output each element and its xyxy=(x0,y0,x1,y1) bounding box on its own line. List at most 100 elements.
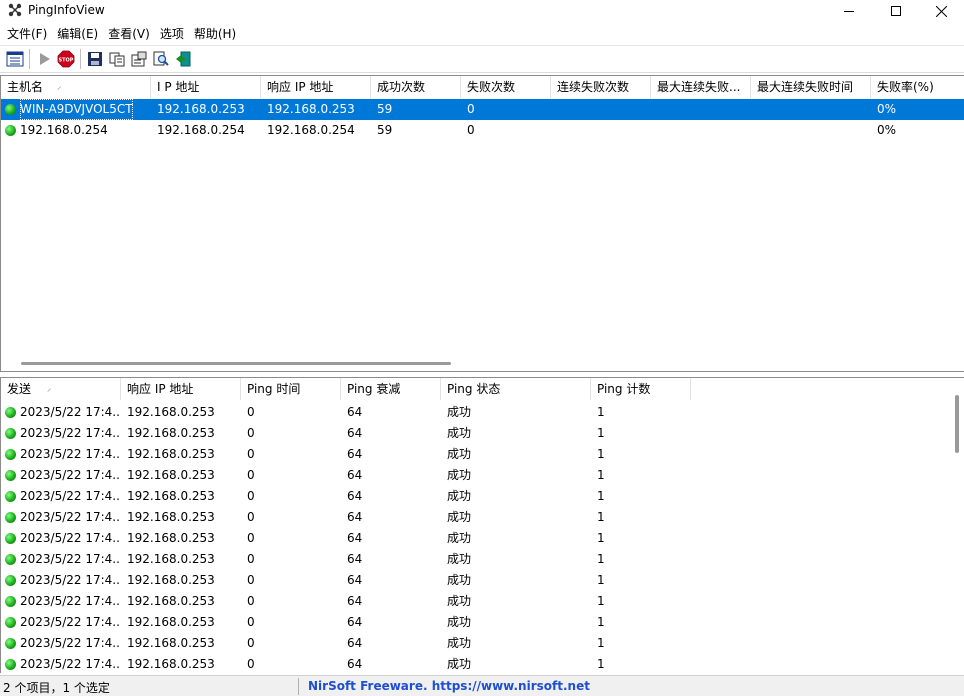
start-ping-button[interactable] xyxy=(33,48,55,70)
play-icon xyxy=(40,53,50,65)
reply-ip-cell: 192.168.0.253 xyxy=(127,657,215,671)
column-header-failed-percent[interactable]: 失败率(%) xyxy=(871,76,964,98)
ping-results-header: 发送 ⸝ 响应 IP 地址 Ping 时间 Ping 衰减 Ping 状态 Pin… xyxy=(1,378,691,400)
ping-row[interactable]: 2023/5/22 17:4... 192.168.0.253 0 64 成功 1 xyxy=(1,444,964,465)
status-ok-icon xyxy=(5,596,16,607)
hosts-list-header: 主机名 ⸝ I P 地址 响应 IP 地址 成功次数 失败次数 连续失败次数 最大… xyxy=(1,76,964,98)
column-header-failed[interactable]: 失败次数 xyxy=(461,76,551,98)
ping-ttl-cell: 64 xyxy=(347,636,363,650)
stop-ping-button[interactable]: STOP xyxy=(55,48,77,70)
status-selection-count: 2 个项目，1 个选定 xyxy=(3,681,110,695)
horizontal-scrollbar[interactable] xyxy=(21,362,451,365)
column-header-consecutive-failed[interactable]: 连续失败次数 xyxy=(551,76,651,98)
svg-text:STOP: STOP xyxy=(59,58,74,64)
ip-cell: 192.168.0.253 xyxy=(157,102,245,116)
consecutive-failed-cell xyxy=(551,99,651,120)
host-row[interactable]: WIN-A9DVJVOL5CT 192.168.0.253 192.168.0.… xyxy=(1,99,964,120)
ping-row[interactable]: 2023/5/22 17:4... 192.168.0.253 0 64 成功 1 xyxy=(1,612,964,633)
ping-status-cell: 成功 xyxy=(447,657,472,671)
nirsoft-link[interactable]: NirSoft Freeware. https://www.nirsoft.ne… xyxy=(308,679,590,693)
ping-row[interactable]: 2023/5/22 17:4... 192.168.0.253 0 64 成功 1 xyxy=(1,549,964,570)
ping-count-cell: 1 xyxy=(597,573,605,587)
find-button[interactable] xyxy=(150,48,172,70)
status-ok-icon xyxy=(5,407,16,418)
failed-cell: 0 xyxy=(467,123,475,137)
host-row[interactable]: 192.168.0.254 192.168.0.254 192.168.0.25… xyxy=(1,120,964,141)
sent-cell: 2023/5/22 17:4... xyxy=(1,528,121,549)
ping-time-cell: 0 xyxy=(247,615,255,629)
sent-cell: 2023/5/22 17:4... xyxy=(1,591,121,612)
status-ok-icon xyxy=(5,470,16,481)
column-header-host[interactable]: 主机名 ⸝ xyxy=(1,76,151,98)
ping-status-cell: 成功 xyxy=(447,405,472,419)
column-header-ping-time[interactable]: Ping 时间 xyxy=(241,378,341,400)
menu-help[interactable]: 帮助(H) xyxy=(189,24,241,44)
reply-ip-cell: 192.168.0.253 xyxy=(127,510,215,524)
ping-row[interactable]: 2023/5/22 17:4... 192.168.0.253 0 64 成功 1 xyxy=(1,654,964,673)
ping-row[interactable]: 2023/5/22 17:4... 192.168.0.253 0 64 成功 1 xyxy=(1,465,964,486)
ping-count-cell: 1 xyxy=(597,657,605,671)
maximize-icon xyxy=(891,6,901,16)
column-header-max-consecutive-failed-time[interactable]: 最大连续失败时间 xyxy=(751,76,871,98)
status-ok-icon xyxy=(5,428,16,439)
copy-button[interactable] xyxy=(106,48,128,70)
exit-button[interactable] xyxy=(172,48,194,70)
ping-status-cell: 成功 xyxy=(447,552,472,566)
ping-row[interactable]: 2023/5/22 17:4... 192.168.0.253 0 64 成功 1 xyxy=(1,423,964,444)
max-consecutive-failed-time-cell xyxy=(751,120,871,141)
ping-row[interactable]: 2023/5/22 17:4... 192.168.0.253 0 64 成功 1 xyxy=(1,570,964,591)
maximize-button[interactable] xyxy=(873,0,919,22)
host-name: 192.168.0.254 xyxy=(20,123,108,137)
ping-status-cell: 成功 xyxy=(447,573,472,587)
column-header-reply-ip[interactable]: 响应 IP 地址 xyxy=(261,76,371,98)
ping-results-list[interactable]: 发送 ⸝ 响应 IP 地址 Ping 时间 Ping 衰减 Ping 状态 Pin… xyxy=(0,377,964,673)
menu-view[interactable]: 查看(V) xyxy=(103,24,155,44)
sent-time: 2023/5/22 17:4... xyxy=(20,510,121,524)
toolbar: STOP xyxy=(0,45,964,73)
column-header-max-consecutive-failed[interactable]: 最大连续失败... xyxy=(651,76,751,98)
menu-edit[interactable]: 编辑(E) xyxy=(52,24,103,44)
status-ok-icon xyxy=(5,449,16,460)
ping-count-cell: 1 xyxy=(597,447,605,461)
ping-row[interactable]: 2023/5/22 17:4... 192.168.0.253 0 64 成功 1 xyxy=(1,507,964,528)
ping-row[interactable]: 2023/5/22 17:4... 192.168.0.253 0 64 成功 1 xyxy=(1,486,964,507)
sent-cell: 2023/5/22 17:4... xyxy=(1,507,121,528)
minimize-icon xyxy=(844,11,854,12)
reply-ip-cell: 192.168.0.253 xyxy=(127,594,215,608)
vertical-scrollbar[interactable] xyxy=(955,395,959,453)
ping-time-cell: 0 xyxy=(247,573,255,587)
sent-time: 2023/5/22 17:4... xyxy=(20,405,121,419)
ip-cell: 192.168.0.254 xyxy=(157,123,245,137)
options-button[interactable] xyxy=(4,48,26,70)
column-header-ip[interactable]: I P 地址 xyxy=(151,76,261,98)
succeed-cell: 59 xyxy=(377,102,393,116)
properties-button[interactable] xyxy=(128,48,150,70)
ping-count-cell: 1 xyxy=(597,615,605,629)
column-header-sent[interactable]: 发送 ⸝ xyxy=(1,378,121,400)
sent-time: 2023/5/22 17:4... xyxy=(20,468,121,482)
column-header-ping-ttl[interactable]: Ping 衰减 xyxy=(341,378,441,400)
ping-ttl-cell: 64 xyxy=(347,594,363,608)
minimize-button[interactable] xyxy=(826,0,872,22)
reply-ip-cell: 192.168.0.253 xyxy=(127,531,215,545)
stop-icon: STOP xyxy=(57,50,75,68)
ping-row[interactable]: 2023/5/22 17:4... 192.168.0.253 0 64 成功 1 xyxy=(1,633,964,654)
column-header-succeed[interactable]: 成功次数 xyxy=(371,76,461,98)
ping-time-cell: 0 xyxy=(247,594,255,608)
sent-cell: 2023/5/22 17:4... xyxy=(1,570,121,591)
menu-options[interactable]: 选项 xyxy=(155,24,189,44)
column-header-ping-count[interactable]: Ping 计数 xyxy=(591,378,691,400)
column-header-reply-ip[interactable]: 响应 IP 地址 xyxy=(121,378,241,400)
max-consecutive-failed-cell xyxy=(651,99,751,120)
hosts-list[interactable]: 主机名 ⸝ I P 地址 响应 IP 地址 成功次数 失败次数 连续失败次数 最大… xyxy=(0,75,964,372)
ping-row[interactable]: 2023/5/22 17:4... 192.168.0.253 0 64 成功 1 xyxy=(1,528,964,549)
ping-ttl-cell: 64 xyxy=(347,657,363,671)
column-header-ping-status[interactable]: Ping 状态 xyxy=(441,378,591,400)
close-button[interactable] xyxy=(918,0,964,22)
save-button[interactable] xyxy=(84,48,106,70)
ping-row[interactable]: 2023/5/22 17:4... 192.168.0.253 0 64 成功 1 xyxy=(1,402,964,423)
menu-file[interactable]: 文件(F) xyxy=(2,24,52,44)
ping-time-cell: 0 xyxy=(247,510,255,524)
ping-status-cell: 成功 xyxy=(447,426,472,440)
ping-row[interactable]: 2023/5/22 17:4... 192.168.0.253 0 64 成功 1 xyxy=(1,591,964,612)
